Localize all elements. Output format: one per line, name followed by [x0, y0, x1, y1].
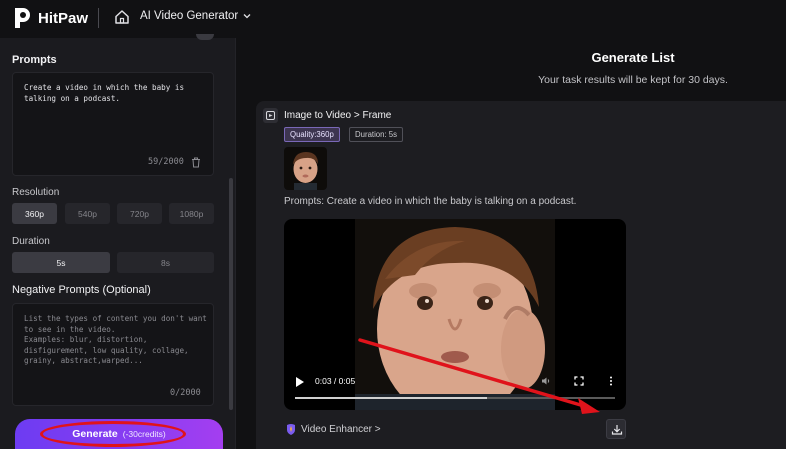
video-enhancer-label: Video Enhancer > [301, 423, 381, 435]
prompts-title: Prompts [12, 54, 57, 66]
generate-list-title: Generate List [591, 50, 675, 65]
download-button[interactable] [606, 419, 626, 439]
task-prompt-text: Create a video in which the baby is talk… [326, 196, 577, 207]
task-prompt-label: Prompts: [284, 196, 325, 207]
task-prompt: Prompts: Create a video in which the bab… [284, 196, 576, 207]
resolution-option-720p[interactable]: 720p [117, 203, 162, 224]
prompt-counter: 59/2000 [148, 157, 184, 167]
app-selector[interactable]: AI Video Generator [140, 10, 251, 22]
generate-list-subtitle: Your task results will be kept for 30 da… [538, 74, 728, 86]
resolution-option-1080p[interactable]: 1080p [169, 203, 214, 224]
video-enhancer-link[interactable]: Video Enhancer > [286, 423, 381, 435]
play-icon[interactable] [296, 377, 304, 387]
resolution-option-360p[interactable]: 360p [12, 203, 57, 224]
prompt-input[interactable]: Create a video in which the baby is talk… [12, 72, 214, 176]
video-progress-bar[interactable] [295, 397, 615, 399]
quality-tag: Quality:360p [284, 127, 340, 142]
prompt-input-text: Create a video in which the baby is talk… [24, 83, 185, 103]
brand-name: HitPaw [38, 9, 89, 27]
app-selector-label: AI Video Generator [140, 10, 239, 22]
duration-tag: Duration: 5s [349, 127, 404, 142]
panel-scrollbar[interactable] [229, 178, 233, 410]
brand-logo[interactable]: HitPaw [12, 6, 88, 30]
chevron-down-icon [243, 14, 251, 19]
annotation-circle [40, 421, 186, 447]
resolution-option-540p[interactable]: 540p [65, 203, 110, 224]
source-image-thumbnail[interactable] [284, 147, 327, 190]
hitpaw-logo-icon [15, 8, 30, 28]
video-time: 0:03 / 0:05 [315, 376, 356, 386]
video-enhancer-icon [287, 424, 295, 435]
task-title[interactable]: Image to Video > Frame [284, 110, 391, 121]
duration-label: Duration [12, 236, 50, 247]
video-progress-fill [295, 397, 487, 399]
negative-prompt-input[interactable]: List the types of content you don't want… [12, 303, 214, 406]
video-frame [355, 219, 555, 410]
trash-icon[interactable] [191, 157, 201, 168]
fullscreen-icon[interactable] [574, 376, 584, 386]
duration-option-8s[interactable]: 8s [117, 252, 214, 273]
negative-prompt-placeholder: List the types of content you don't want… [24, 314, 207, 366]
image-to-video-icon [263, 108, 278, 123]
header-divider [98, 8, 99, 28]
home-icon[interactable] [114, 9, 130, 25]
duration-option-5s[interactable]: 5s [12, 252, 110, 273]
volume-icon[interactable] [541, 376, 551, 386]
negative-prompt-counter: 0/2000 [170, 388, 201, 398]
resolution-label: Resolution [12, 187, 60, 198]
more-options-icon[interactable] [606, 376, 616, 386]
top-bar: HitPaw AI Video Generator [0, 0, 786, 38]
negative-prompts-title: Negative Prompts (Optional) [12, 284, 151, 296]
download-icon [611, 425, 623, 435]
